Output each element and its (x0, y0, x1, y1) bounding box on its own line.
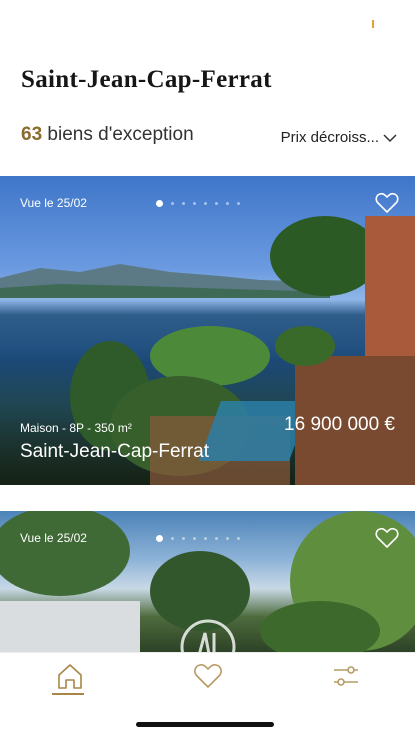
pagination-dot (226, 537, 229, 540)
results-count-number: 63 (21, 124, 43, 145)
heart-icon[interactable] (375, 527, 399, 549)
pagination-dot (215, 537, 218, 540)
status-indicator (372, 20, 374, 28)
listing-city: Saint-Jean-Cap-Ferrat (20, 441, 210, 462)
sort-label: Prix décroiss... (280, 129, 379, 146)
brand-logo-icon (180, 619, 236, 652)
pagination-dot (237, 202, 240, 205)
viewed-date: Vue le 25/02 (20, 531, 87, 545)
pagination-dot (171, 537, 174, 540)
heart-icon[interactable] (193, 661, 223, 691)
sort-dropdown[interactable]: Prix décroiss... (281, 129, 397, 146)
pagination-dot (204, 537, 207, 540)
chevron-down-icon (383, 133, 397, 142)
home-icon[interactable] (55, 661, 85, 691)
photo-pagination (156, 200, 240, 207)
viewed-date: Vue le 25/02 (20, 196, 87, 210)
heart-icon[interactable] (375, 192, 399, 214)
pagination-dot (237, 537, 240, 540)
listing-price: 16 900 000 € (284, 414, 395, 435)
terrace-shape (270, 216, 415, 485)
listing-details: Maison - 8P - 350 m² (20, 421, 132, 435)
pagination-dot (204, 202, 207, 205)
pagination-dot (171, 202, 174, 205)
results-count: 63 biens d'exception (21, 124, 194, 146)
active-tab-indicator (52, 693, 84, 695)
filters-icon[interactable] (331, 661, 361, 691)
results-count-label: biens d'exception (47, 124, 194, 145)
pagination-dot (182, 202, 185, 205)
pagination-dot (156, 535, 163, 542)
pagination-dot (193, 202, 196, 205)
listing-card[interactable]: Vue le 25/02 Maison - 8P - 350 m² 16 900… (0, 176, 415, 485)
listing-card[interactable]: Vue le 25/02 (0, 511, 415, 652)
listing-photo[interactable] (0, 176, 415, 485)
home-indicator (136, 722, 274, 727)
pagination-dot (215, 202, 218, 205)
pagination-dot (156, 200, 163, 207)
pagination-dot (182, 537, 185, 540)
pagination-dot (226, 202, 229, 205)
page-title: Saint-Jean-Cap-Ferrat (21, 66, 272, 93)
pagination-dot (193, 537, 196, 540)
photo-pagination (156, 535, 240, 542)
